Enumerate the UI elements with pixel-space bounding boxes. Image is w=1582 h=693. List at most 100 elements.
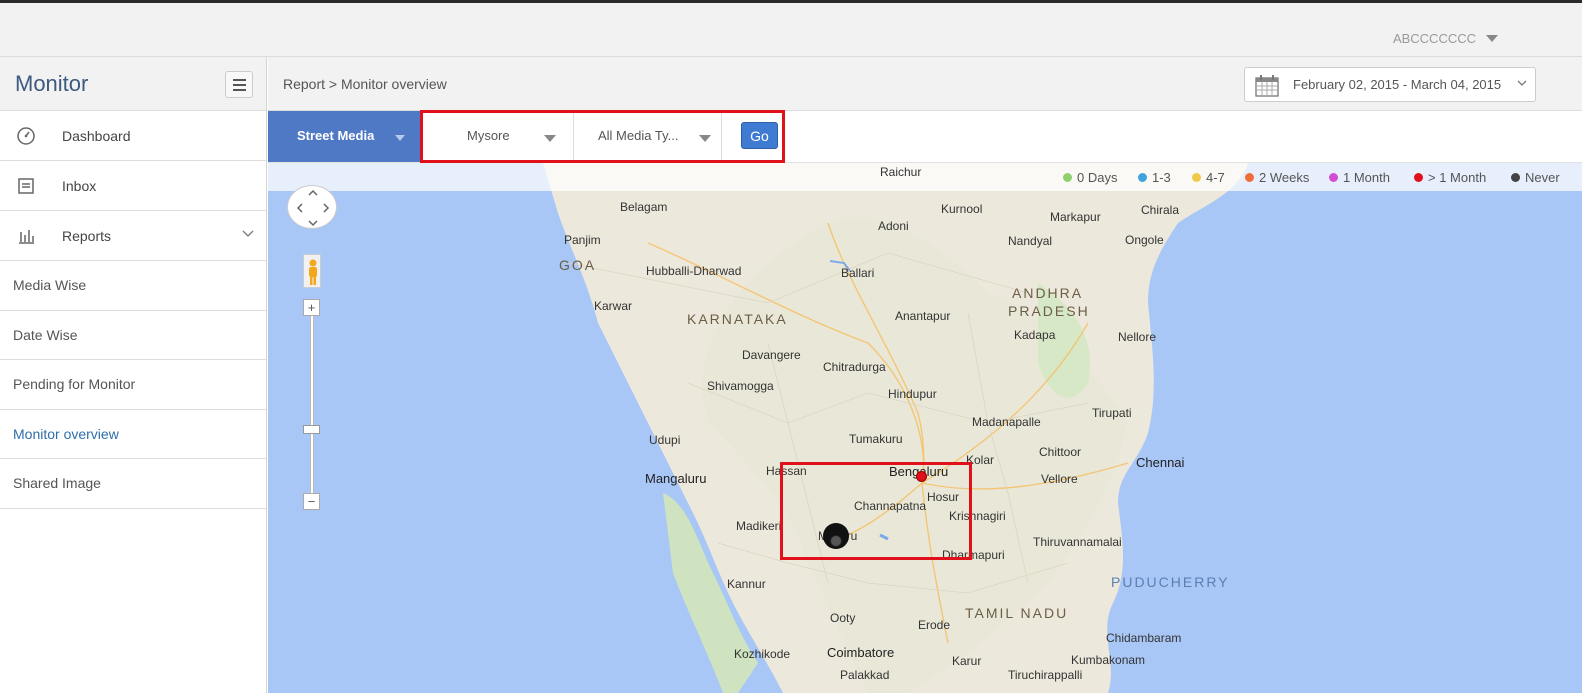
nav-label: Dashboard (62, 127, 131, 144)
calendar-icon (1255, 75, 1279, 97)
legend-dot (1245, 173, 1254, 182)
user-name: ABCCCCCCC (1392, 31, 1476, 46)
legend-item: 0 Days (1063, 170, 1117, 185)
legend-item: 2 Weeks (1245, 170, 1309, 185)
menu-toggle-button[interactable] (225, 71, 253, 98)
legend-dot (1329, 173, 1338, 182)
map-label: TAMIL NADU (965, 605, 1069, 621)
sidebar-title: Monitor (15, 71, 89, 96)
date-range-text: February 02, 2015 - March 04, 2015 (1293, 77, 1502, 92)
map-label: Chittoor (1039, 445, 1082, 459)
legend-dot (1511, 173, 1520, 182)
media-type-value: All Media Ty... (598, 128, 679, 143)
map-label: Madikeri (736, 519, 782, 533)
map-label: Kannur (727, 577, 766, 591)
pan-arrows-icon (296, 189, 330, 227)
map-label: PUDUCHERRY (1111, 574, 1230, 590)
nav-label: Inbox (62, 177, 97, 194)
map-label: Vellore (1041, 472, 1078, 486)
filter-bar: Street Media Mysore All Media Ty... Go (268, 111, 1582, 163)
reports-icon (19, 230, 34, 244)
media-category-select[interactable]: Street Media (268, 111, 420, 162)
chevron-down-icon (242, 230, 254, 237)
city-select[interactable]: Mysore (420, 111, 574, 162)
map-label: Hassan (766, 464, 807, 478)
map-label: Nandyal (1008, 234, 1053, 248)
sidebar-item-shared-image[interactable]: Shared Image (0, 459, 266, 509)
legend-dot (1414, 173, 1423, 182)
map-label: Hosur (927, 490, 960, 504)
top-header: ABCCCCCCC (0, 3, 1582, 57)
map-label: Tumakuru (849, 432, 903, 446)
map-background (543, 163, 1248, 693)
zoom-slider-handle[interactable] (303, 425, 320, 434)
sidebar-item-monitor-overview[interactable]: Monitor overview (0, 410, 266, 459)
caret-down-icon (544, 135, 556, 142)
map-label: Chidambaram (1106, 631, 1182, 645)
status-legend: 0 Days 1-3 4-7 2 Weeks 1 Month > 1 Month… (268, 163, 1582, 191)
map-label: Chirala (1141, 203, 1180, 217)
zoom-in-button[interactable]: + (303, 299, 320, 316)
map-label: Karur (952, 654, 982, 668)
date-range-picker[interactable]: February 02, 2015 - March 04, 2015 (1244, 67, 1536, 102)
map-label: Kozhikode (734, 647, 791, 661)
map-marker[interactable] (830, 535, 842, 547)
map-label: Markapur (1050, 210, 1101, 224)
map-label: Ballari (841, 266, 875, 280)
map-label: Nellore (1118, 330, 1157, 344)
legend-dot (1192, 173, 1201, 182)
map-label: Davangere (742, 348, 801, 362)
map-label: Chitradurga (823, 360, 886, 374)
map-label: Tirupati (1092, 406, 1132, 420)
sidebar-header: Monitor (0, 57, 266, 111)
map-label: Thiruvannamalai (1033, 535, 1122, 549)
map-label: Anantapur (895, 309, 951, 323)
map-label: Udupi (649, 433, 681, 447)
map-label: Kadapa (1014, 328, 1056, 342)
legend-item: 1 Month (1329, 170, 1390, 185)
street-view-pegman-icon[interactable] (303, 254, 321, 288)
chevron-down-icon (1517, 80, 1527, 86)
map-label: Tiruchirappalli (1008, 668, 1083, 682)
map-label: Ongole (1125, 233, 1164, 247)
map-label: Krishnagiri (949, 509, 1006, 523)
legend-item: Never (1511, 170, 1560, 185)
map-label: Mangaluru (645, 471, 707, 486)
go-button[interactable]: Go (741, 122, 778, 149)
sidebar-item-pending-for-monitor[interactable]: Pending for Monitor (0, 360, 266, 410)
map-label: Madanapalle (972, 415, 1041, 429)
map-label: ANDHRA (1012, 285, 1084, 301)
caret-down-icon (699, 135, 711, 142)
map-label: Dharmapuri (942, 548, 1005, 562)
legend-dot (1138, 173, 1147, 182)
chevron-down-icon (1486, 35, 1498, 42)
nav-item-dashboard[interactable]: Dashboard (0, 111, 266, 161)
nav-item-inbox[interactable]: Inbox (0, 161, 266, 211)
map-label: Palakkad (840, 668, 890, 682)
map-label: Panjim (564, 233, 601, 247)
map-label: Belagam (620, 200, 668, 214)
user-menu[interactable]: ABCCCCCCC (1393, 31, 1498, 46)
map-label: Raichur (880, 165, 922, 179)
map-label: Erode (918, 618, 951, 632)
map-label: KARNATAKA (687, 311, 788, 327)
zoom-slider-track[interactable] (310, 309, 314, 503)
map-pan-control[interactable] (287, 185, 337, 229)
map-view[interactable]: 0 Days 1-3 4-7 2 Weeks 1 Month > 1 Month… (268, 163, 1582, 693)
hamburger-icon (232, 78, 246, 81)
city-value: Mysore (467, 128, 510, 143)
breadcrumb-bar: Report > Monitor overview February 02, 2… (268, 57, 1582, 111)
media-type-select[interactable]: All Media Ty... (574, 111, 722, 162)
sidebar-item-date-wise[interactable]: Date Wise (0, 311, 266, 360)
map-label: Kolar (966, 453, 995, 467)
map-label: Coimbatore (827, 645, 895, 660)
sidebar-item-media-wise[interactable]: Media Wise (0, 261, 266, 311)
map-label: Chennai (1136, 455, 1185, 470)
nav-item-reports[interactable]: Reports (0, 211, 266, 261)
nav-label: Reports (62, 227, 112, 244)
zoom-out-button[interactable]: − (303, 493, 320, 510)
legend-item: 4-7 (1192, 170, 1225, 185)
map-label: Ooty (830, 611, 856, 625)
map-marker[interactable] (916, 471, 927, 482)
breadcrumb: Report > Monitor overview (283, 76, 447, 92)
